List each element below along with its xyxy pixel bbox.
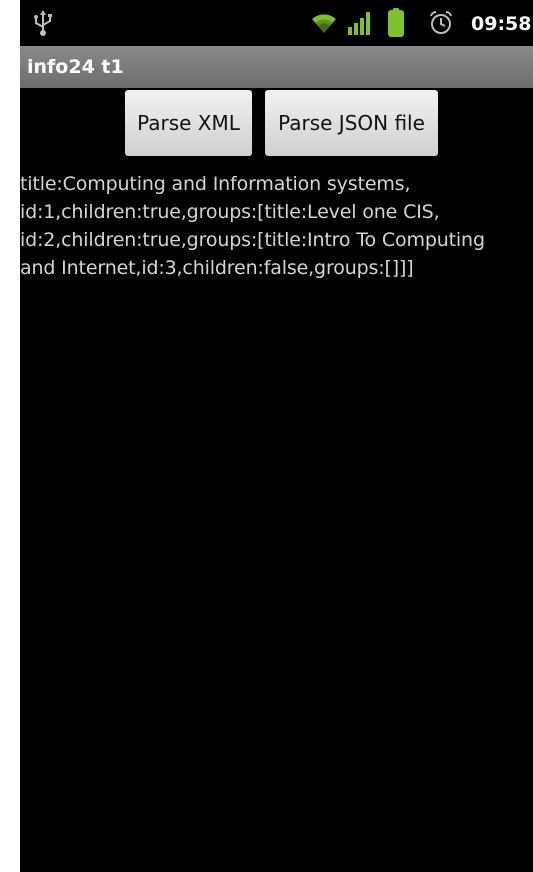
- phone-screen: 09:58 info24 t1 Parse XML Parse JSON fil…: [20, 0, 533, 872]
- signal-icon: [347, 11, 373, 35]
- battery-icon: [388, 8, 404, 37]
- parse-json-button[interactable]: Parse JSON file: [265, 90, 438, 156]
- output-line: and Internet,id:3,children:false,groups:…: [20, 257, 414, 279]
- output-line: title:Computing and Information systems,: [20, 173, 411, 195]
- parsed-output-text: title:Computing and Information systems,…: [20, 170, 530, 282]
- output-line: id:2,children:true,groups:[title:Intro T…: [20, 229, 485, 251]
- app-title-bar: info24 t1: [20, 46, 533, 88]
- alarm-icon: [429, 10, 453, 36]
- output-line: id:1,children:true,groups:[title:Level o…: [20, 201, 440, 223]
- status-bar: 09:58: [20, 0, 533, 46]
- app-title: info24 t1: [27, 56, 124, 78]
- wifi-icon: [310, 11, 338, 35]
- parse-xml-button[interactable]: Parse XML: [125, 90, 252, 156]
- usb-icon: [32, 9, 54, 37]
- status-clock: 09:58: [471, 13, 532, 35]
